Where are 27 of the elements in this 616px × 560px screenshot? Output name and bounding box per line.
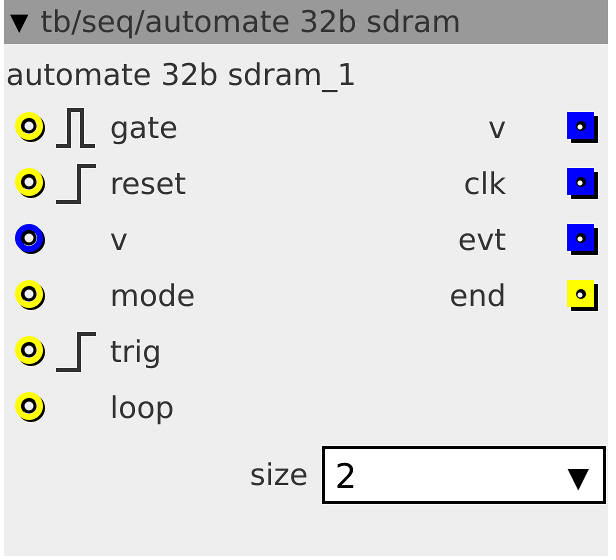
outlet-label: clk	[464, 166, 506, 202]
inlet-label: gate	[110, 110, 178, 146]
inlet-label: trig	[110, 334, 162, 370]
inlet-label: mode	[110, 278, 196, 314]
size-dropdown[interactable]: 2 ▼	[322, 446, 606, 504]
attribute-label: size	[250, 458, 308, 492]
inlet-jack-icon[interactable]	[14, 223, 48, 257]
outlet-jack-icon[interactable]	[566, 223, 600, 257]
inlet-jack-icon[interactable]	[14, 111, 48, 145]
outlet-label: end	[449, 278, 506, 314]
outlet-jack-icon[interactable]	[566, 167, 600, 201]
title-bar[interactable]: ▼ tb/seq/automate 32b sdram	[4, 0, 608, 44]
collapse-toggle[interactable]: ▼	[10, 8, 28, 36]
inlet-label: loop	[110, 390, 174, 426]
outlet-label: v	[488, 110, 506, 146]
inlet-jack-icon[interactable]	[14, 167, 48, 201]
inlet-jack-icon[interactable]	[14, 335, 48, 369]
outlet-label: evt	[458, 222, 506, 258]
dropdown-arrow-icon[interactable]: ▼	[567, 460, 589, 494]
inlet-jack-icon[interactable]	[14, 391, 48, 425]
inlet-label: reset	[110, 166, 186, 202]
object-path: tb/seq/automate 32b sdram	[40, 4, 461, 40]
outlet-jack-icon[interactable]	[566, 111, 600, 145]
outlet-jack-icon[interactable]	[566, 279, 600, 313]
inlet-jack-icon[interactable]	[14, 279, 48, 313]
inlet-label: v	[110, 222, 128, 258]
instance-name: automate 32b sdram_1	[5, 57, 358, 95]
